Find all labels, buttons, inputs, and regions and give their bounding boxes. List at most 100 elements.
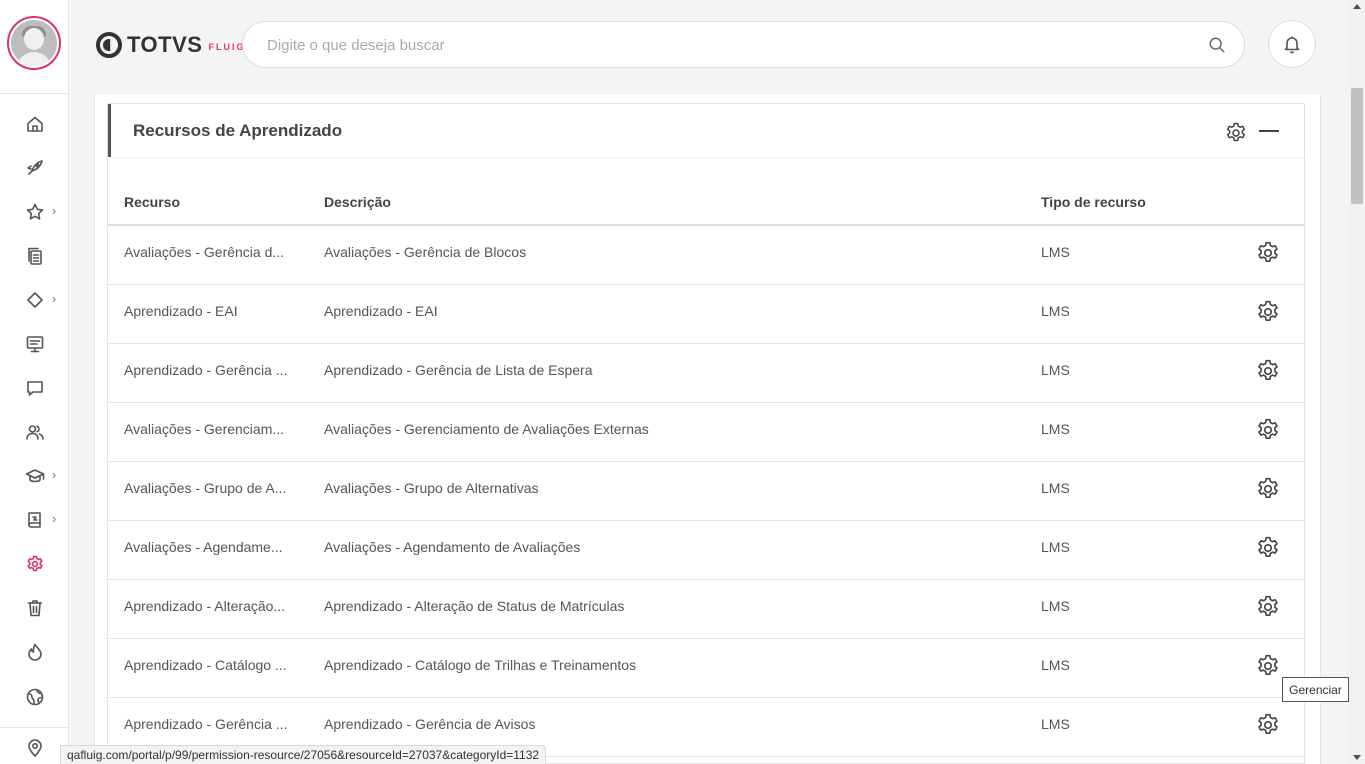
column-header-descricao[interactable]: Descrição <box>324 194 391 210</box>
cell-recurso: Aprendizado - EAI <box>124 303 238 319</box>
sidebar-item-fire[interactable] <box>22 640 48 664</box>
widget-header: Recursos de Aprendizado <box>108 104 1304 157</box>
logo-sub: FLUIG <box>208 42 246 52</box>
sidebar-item-settings[interactable] <box>22 552 48 576</box>
cell-tipo: LMS <box>1041 539 1070 555</box>
sidebar-item-globe[interactable] <box>22 685 48 709</box>
bell-icon <box>1282 34 1302 54</box>
chevron-right-icon[interactable]: › <box>52 204 62 217</box>
totvs-logo-mark-icon <box>96 32 122 58</box>
page-scrollbar[interactable] <box>1349 0 1365 764</box>
sidebar-item-trash[interactable] <box>22 596 48 620</box>
cell-recurso: Avaliações - Agendame... <box>124 539 283 555</box>
manage-resource-gear-icon[interactable] <box>1255 535 1281 561</box>
sidebar-item-book[interactable] <box>22 508 48 532</box>
widget-settings-gear-icon[interactable] <box>1224 121 1248 145</box>
manage-resource-gear-icon[interactable] <box>1255 712 1281 738</box>
table-row: Aprendizado - Alteração... Aprendizado - … <box>108 580 1304 639</box>
sidebar-item-documents[interactable] <box>22 244 48 268</box>
chevron-right-icon[interactable]: › <box>52 512 62 525</box>
search-icon[interactable] <box>1208 36 1226 54</box>
cell-descricao: Aprendizado - Gerência de Avisos <box>324 716 536 732</box>
cell-descricao: Avaliações - Gerenciamento de Avaliações… <box>324 421 649 437</box>
top-header: TOTVS FLUIG <box>69 0 1349 90</box>
manage-resource-gear-icon[interactable] <box>1255 417 1281 443</box>
cell-recurso: Aprendizado - Gerência ... <box>124 716 288 732</box>
cell-descricao: Aprendizado - Catálogo de Trilhas e Trei… <box>324 657 637 673</box>
chevron-right-icon[interactable]: › <box>52 468 62 481</box>
search-bar <box>242 21 1245 68</box>
sidebar-item-location-pin[interactable] <box>22 736 48 760</box>
star-icon <box>25 202 45 222</box>
cell-descricao: Aprendizado - Gerência de Lista de Esper… <box>324 362 593 378</box>
search-input[interactable] <box>267 34 1167 56</box>
cell-descricao: Avaliações - Gerência de Blocos <box>324 244 527 260</box>
scroll-thumb[interactable] <box>1351 88 1363 204</box>
avatar[interactable] <box>7 16 61 70</box>
sidebar-item-dashboard[interactable] <box>22 332 48 356</box>
location-pin-icon <box>25 738 45 758</box>
manage-resource-gear-icon[interactable] <box>1255 240 1281 266</box>
table-row: Aprendizado - Catálogo ... Aprendizado - … <box>108 639 1304 698</box>
column-header-recurso[interactable]: Recurso <box>124 194 180 210</box>
sidebar: › › › › <box>0 0 69 764</box>
graduation-cap-icon <box>25 466 45 486</box>
rocket-icon <box>25 158 45 178</box>
sidebar-item-star[interactable] <box>22 200 48 224</box>
cell-recurso: Avaliações - Gerenciam... <box>124 421 285 437</box>
sidebar-item-rocket[interactable] <box>22 156 48 180</box>
sidebar-item-people[interactable] <box>22 420 48 444</box>
globe-icon <box>25 687 45 707</box>
documents-icon <box>25 246 45 266</box>
workflow-icon <box>25 290 45 310</box>
scroll-up-arrow-icon[interactable] <box>1353 4 1361 9</box>
cell-recurso: Avaliações - Gerência d... <box>124 244 285 260</box>
cell-recurso: Aprendizado - Gerência ... <box>124 362 288 378</box>
table-row: Avaliações - Gerência d... Avaliações - G… <box>108 226 1304 285</box>
totvs-fluig-logo[interactable]: TOTVS FLUIG <box>96 31 245 59</box>
table-row: Aprendizado - Gerência ... Aprendizado - … <box>108 344 1304 403</box>
notifications-button[interactable] <box>1268 20 1316 68</box>
manage-resource-gear-icon[interactable] <box>1255 476 1281 502</box>
cell-recurso: Aprendizado - Catálogo ... <box>124 657 287 673</box>
scroll-down-arrow-icon[interactable] <box>1353 755 1361 760</box>
dashboard-icon <box>25 334 45 354</box>
manage-resource-gear-icon[interactable] <box>1255 358 1281 384</box>
cell-recurso: Avaliações - Grupo de A... <box>124 480 287 496</box>
minimize-widget-button[interactable] <box>1259 130 1279 132</box>
learning-resources-widget: Recursos de Aprendizado Recurso Descriçã… <box>107 103 1305 764</box>
sidebar-item-chat[interactable] <box>22 376 48 400</box>
sidebar-divider <box>0 727 69 728</box>
widget-title: Recursos de Aprendizado <box>133 121 343 140</box>
logo-text: TOTVS <box>127 32 203 57</box>
cell-tipo: LMS <box>1041 362 1070 378</box>
table-row: Aprendizado - EAI Aprendizado - EAI LMS <box>108 285 1304 344</box>
manage-tooltip: Gerenciar <box>1282 677 1349 702</box>
cell-tipo: LMS <box>1041 716 1070 732</box>
sidebar-item-home[interactable] <box>22 112 48 136</box>
status-bar-url: qafluig.com/portal/p/99/permission-resou… <box>60 745 547 764</box>
manage-resource-gear-icon[interactable] <box>1255 299 1281 325</box>
sidebar-item-workflow[interactable] <box>22 288 48 312</box>
chat-icon <box>25 378 45 398</box>
trash-icon <box>25 598 45 618</box>
cell-tipo: LMS <box>1041 244 1070 260</box>
cell-tipo: LMS <box>1041 303 1070 319</box>
table-row: Avaliações - Agendame... Avaliações - Age… <box>108 521 1304 580</box>
table-row: Avaliações - Gerenciam... Avaliações - Ge… <box>108 403 1304 462</box>
fire-icon <box>25 642 45 662</box>
manage-resource-gear-icon[interactable] <box>1255 594 1281 620</box>
cell-tipo: LMS <box>1041 421 1070 437</box>
cell-tipo: LMS <box>1041 598 1070 614</box>
sidebar-item-graduation-cap[interactable] <box>22 464 48 488</box>
cell-descricao: Aprendizado - EAI <box>324 303 438 319</box>
book-icon <box>25 510 45 530</box>
manage-resource-gear-icon[interactable] <box>1255 653 1281 679</box>
column-header-tipo[interactable]: Tipo de recurso <box>1041 194 1146 210</box>
avatar-image <box>11 20 57 66</box>
cell-recurso: Aprendizado - Alteração... <box>124 598 286 614</box>
home-icon <box>25 114 45 134</box>
table-header: Recurso Descrição Tipo de recurso <box>108 184 1304 226</box>
chevron-right-icon[interactable]: › <box>52 292 62 305</box>
cell-descricao: Avaliações - Grupo de Alternativas <box>324 480 539 496</box>
